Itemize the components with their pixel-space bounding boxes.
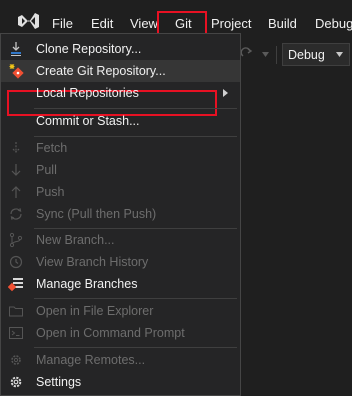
menu-view[interactable]: View — [130, 16, 158, 31]
menu-item-view-branch-history[interactable]: View Branch History — [1, 251, 240, 273]
menu-item-label: Fetch — [36, 141, 68, 155]
menu-item-create-git-repository[interactable]: Create Git Repository... — [1, 60, 240, 82]
menu-edit[interactable]: Edit — [91, 16, 113, 31]
toolbar-separator — [276, 46, 277, 64]
git-menu-dropdown: Clone Repository... Create Git Repositor… — [0, 33, 241, 396]
menu-item-label: Open in File Explorer — [36, 304, 154, 318]
push-icon — [11, 186, 21, 198]
redo-icon[interactable] — [240, 47, 254, 61]
remotes-gear-icon — [11, 355, 21, 365]
menu-item-open-in-command-prompt[interactable]: Open in Command Prompt — [1, 322, 240, 344]
menu-item-pull[interactable]: Pull — [1, 159, 240, 181]
menu-item-label: View Branch History — [36, 255, 149, 269]
menu-item-label: Open in Command Prompt — [36, 326, 185, 340]
menu-git[interactable]: Git — [175, 16, 192, 31]
menu-item-new-branch[interactable]: New Branch... — [1, 229, 240, 251]
create-repository-icon — [9, 64, 24, 79]
menu-item-label: Manage Remotes... — [36, 353, 146, 367]
manage-branches-icon — [8, 278, 23, 292]
menu-file[interactable]: File — [52, 16, 73, 31]
new-branch-icon — [9, 232, 23, 248]
menu-item-settings[interactable]: Settings — [1, 371, 240, 393]
menu-item-manage-branches[interactable]: Manage Branches — [1, 273, 240, 295]
menu-build[interactable]: Build — [268, 16, 297, 31]
menu-separator — [34, 108, 237, 109]
chevron-down-icon[interactable] — [262, 52, 269, 57]
menu-debug[interactable]: Debug — [315, 16, 352, 31]
menu-item-label: Clone Repository... — [36, 42, 142, 56]
menu-separator — [34, 347, 237, 348]
history-icon — [9, 255, 23, 269]
menu-item-fetch[interactable]: Fetch — [1, 137, 240, 159]
pull-icon — [11, 164, 21, 176]
submenu-arrow-icon — [223, 89, 228, 97]
configuration-value: Debug — [288, 48, 325, 62]
menu-item-label: Sync (Pull then Push) — [36, 207, 157, 221]
menu-separator — [34, 298, 237, 299]
menu-item-label: Commit or Stash... — [36, 114, 140, 128]
menu-item-label: Push — [36, 185, 65, 199]
menu-item-commit-or-stash[interactable]: Commit or Stash... — [1, 110, 240, 132]
menu-item-label: Manage Branches — [36, 277, 138, 291]
menu-item-local-repositories[interactable]: Local Repositories — [1, 82, 240, 104]
terminal-icon — [9, 327, 23, 339]
folder-icon — [9, 306, 23, 317]
solution-configuration-select[interactable]: Debug — [282, 43, 350, 66]
settings-gear-icon — [10, 376, 22, 388]
visual-studio-logo-icon[interactable] — [16, 12, 40, 30]
menu-item-open-in-file-explorer[interactable]: Open in File Explorer — [1, 300, 240, 322]
menu-item-clone-repository[interactable]: Clone Repository... — [1, 38, 240, 60]
menu-item-push[interactable]: Push — [1, 181, 240, 203]
chevron-down-icon — [336, 52, 343, 57]
menu-item-manage-remotes[interactable]: Manage Remotes... — [1, 349, 240, 371]
sync-icon — [10, 208, 22, 220]
menu-item-label: Pull — [36, 163, 57, 177]
menu-project[interactable]: Project — [211, 16, 251, 31]
menu-item-label: New Branch... — [36, 233, 115, 247]
menu-item-sync[interactable]: Sync (Pull then Push) — [1, 203, 240, 225]
menu-item-label: Local Repositories — [36, 86, 139, 100]
clone-icon — [11, 42, 21, 56]
menu-item-label: Settings — [36, 375, 82, 389]
fetch-icon — [12, 142, 20, 153]
menu-item-label: Create Git Repository... — [36, 64, 166, 78]
